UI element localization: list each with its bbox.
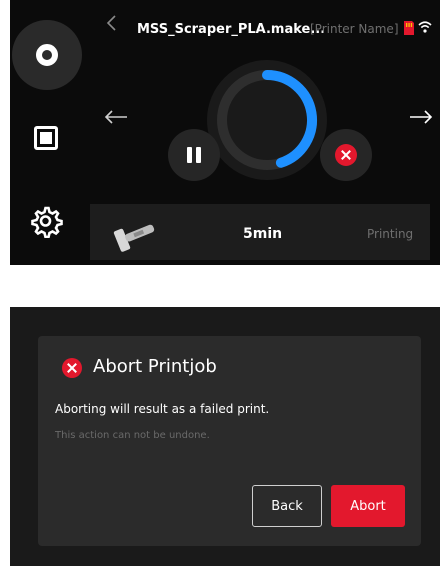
pause-icon [187,147,201,163]
files-button[interactable] [32,124,60,152]
printer-name: [Printer Name] [310,22,399,36]
job-title: MSS_Scraper_PLA.make... [137,22,326,37]
arrow-left-icon[interactable] [103,108,129,126]
pause-button[interactable] [168,129,220,181]
document-icon [34,126,58,150]
alert-icon [62,358,82,378]
print-status: Printing [367,227,414,241]
abort-button[interactable]: Abort [331,485,405,527]
wifi-icon [418,21,432,33]
sd-card-icon [404,21,414,35]
home-button[interactable] [12,20,82,90]
back-button[interactable]: Back [252,485,322,527]
dialog-sub-message: This action can not be undone. [55,430,210,441]
arrow-right-icon[interactable] [408,108,434,126]
chevron-left-icon[interactable] [105,14,119,32]
dialog-message: Aborting will result as a failed print. [55,402,270,416]
time-remaining: 5min [243,226,283,242]
cancel-icon [335,144,357,166]
gear-icon [31,206,63,238]
progress-dial [207,60,327,180]
cancel-print-button[interactable] [320,129,372,181]
home-icon [36,44,58,66]
scraper-icon [113,224,155,252]
dialog-title: Abort Printjob [93,356,217,377]
settings-button[interactable] [30,204,64,238]
